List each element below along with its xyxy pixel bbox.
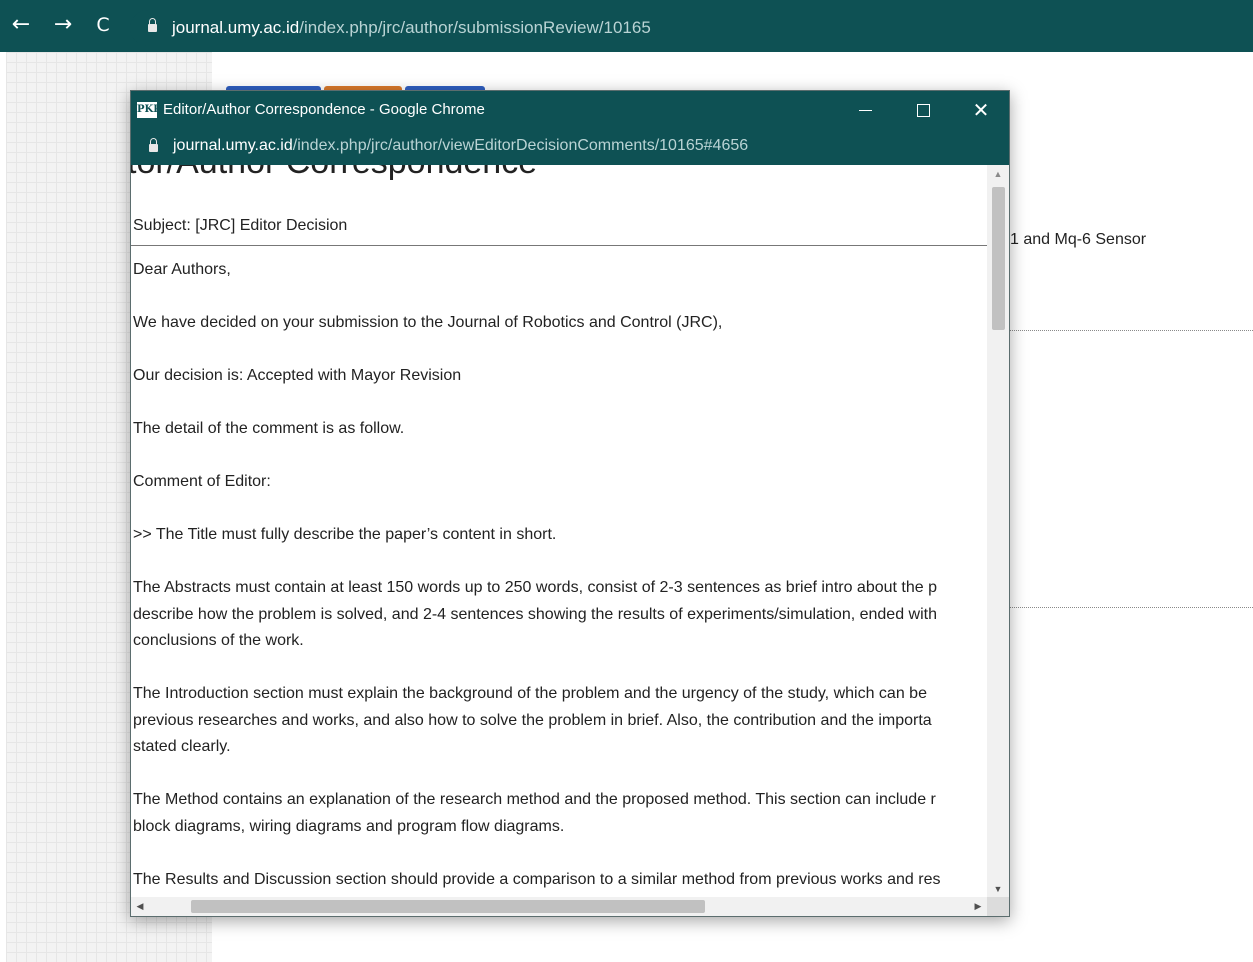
- scroll-down-arrow-icon[interactable]: ▼: [987, 880, 1009, 898]
- scroll-up-arrow-icon[interactable]: ▲: [987, 165, 1009, 183]
- reload-icon[interactable]: C: [92, 14, 114, 36]
- close-icon[interactable]: ✕: [963, 97, 999, 123]
- scroll-left-arrow-icon[interactable]: ◀: [131, 897, 149, 916]
- email-line: The detail of the comment is as follow.: [133, 420, 405, 437]
- email-subject: Subject: [JRC] Editor Decision: [133, 217, 348, 234]
- email-body: Dear Authors, We have decided on your sub…: [133, 257, 987, 897]
- divider: [1010, 607, 1253, 608]
- popup-address-bar[interactable]: journal.umy.ac.id/index.php/jrc/author/v…: [131, 129, 1009, 165]
- email-line: previous researches and works, and also …: [133, 711, 932, 729]
- email-line: The Method contains an explanation of th…: [133, 791, 936, 808]
- email-paragraph: Comment of Editor:: [133, 469, 987, 496]
- email-paragraph: The Method contains an explanation of th…: [133, 787, 987, 840]
- email-line: The Results and Discussion section shoul…: [133, 870, 941, 888]
- page-title: tor/Author Correspondence: [131, 165, 537, 182]
- email-paragraph: The Introduction section must explain th…: [133, 681, 987, 761]
- correspondence-popup-window: PKP Editor/Author Correspondence - Googl…: [130, 90, 1010, 917]
- lock-icon[interactable]: [148, 18, 157, 32]
- email-paragraph: Dear Authors,: [133, 257, 987, 284]
- vertical-scrollbar[interactable]: ▲ ▼: [987, 165, 1009, 898]
- email-line: The Introduction section must explain th…: [133, 685, 927, 702]
- email-line: Dear Authors,: [133, 261, 231, 278]
- email-line: stated clearly.: [133, 738, 231, 755]
- email-line: >> The Title must fully describe the pap…: [133, 526, 557, 543]
- browser-toolbar: ← → C journal.umy.ac.id/index.php/jrc/au…: [0, 0, 1253, 52]
- lock-icon[interactable]: [149, 138, 158, 152]
- email-paragraph: The detail of the comment is as follow.: [133, 416, 987, 443]
- forward-arrow-icon[interactable]: →: [52, 14, 74, 36]
- submission-title-fragment: 1 and Mq-6 Sensor: [1010, 231, 1147, 248]
- scroll-right-arrow-icon[interactable]: ▶: [969, 897, 987, 916]
- email-line: describe how the problem is solved, and …: [133, 605, 937, 623]
- email-paragraph: The Abstracts must contain at least 150 …: [133, 575, 987, 655]
- scrollbar-thumb[interactable]: [992, 187, 1005, 330]
- popup-content: tor/Author Correspondence Subject: [JRC]…: [131, 165, 987, 897]
- horizontal-scrollbar[interactable]: ◀ ▶: [131, 897, 987, 916]
- pkp-favicon-icon: PKP: [137, 102, 161, 118]
- email-line: Our decision is: Accepted with Mayor Rev…: [133, 367, 462, 384]
- address-bar-url[interactable]: journal.umy.ac.id/index.php/jrc/author/s…: [172, 18, 651, 38]
- popup-titlebar[interactable]: PKP Editor/Author Correspondence - Googl…: [131, 91, 1009, 129]
- popup-title: Editor/Author Correspondence - Google Ch…: [163, 101, 485, 118]
- email-paragraph: We have decided on your submission to th…: [133, 310, 987, 337]
- back-arrow-icon[interactable]: ←: [10, 14, 32, 36]
- popup-url[interactable]: journal.umy.ac.id/index.php/jrc/author/v…: [173, 137, 748, 155]
- email-paragraph: >> The Title must fully describe the pap…: [133, 522, 987, 549]
- email-line: We have decided on your submission to th…: [133, 314, 723, 331]
- email-paragraph: The Results and Discussion section shoul…: [133, 867, 987, 894]
- scrollbar-thumb[interactable]: [191, 900, 705, 913]
- divider: [1010, 330, 1253, 331]
- scrollbar-corner: [987, 897, 1009, 916]
- email-line: block diagrams, wiring diagrams and prog…: [133, 817, 565, 835]
- email-line: Comment of Editor:: [133, 473, 271, 490]
- divider: [131, 245, 987, 246]
- email-line: The Abstracts must contain at least 150 …: [133, 579, 937, 596]
- minimize-icon[interactable]: [847, 97, 883, 123]
- maximize-icon[interactable]: [905, 97, 941, 123]
- email-line: conclusions of the work.: [133, 632, 304, 649]
- email-paragraph: Our decision is: Accepted with Mayor Rev…: [133, 363, 987, 390]
